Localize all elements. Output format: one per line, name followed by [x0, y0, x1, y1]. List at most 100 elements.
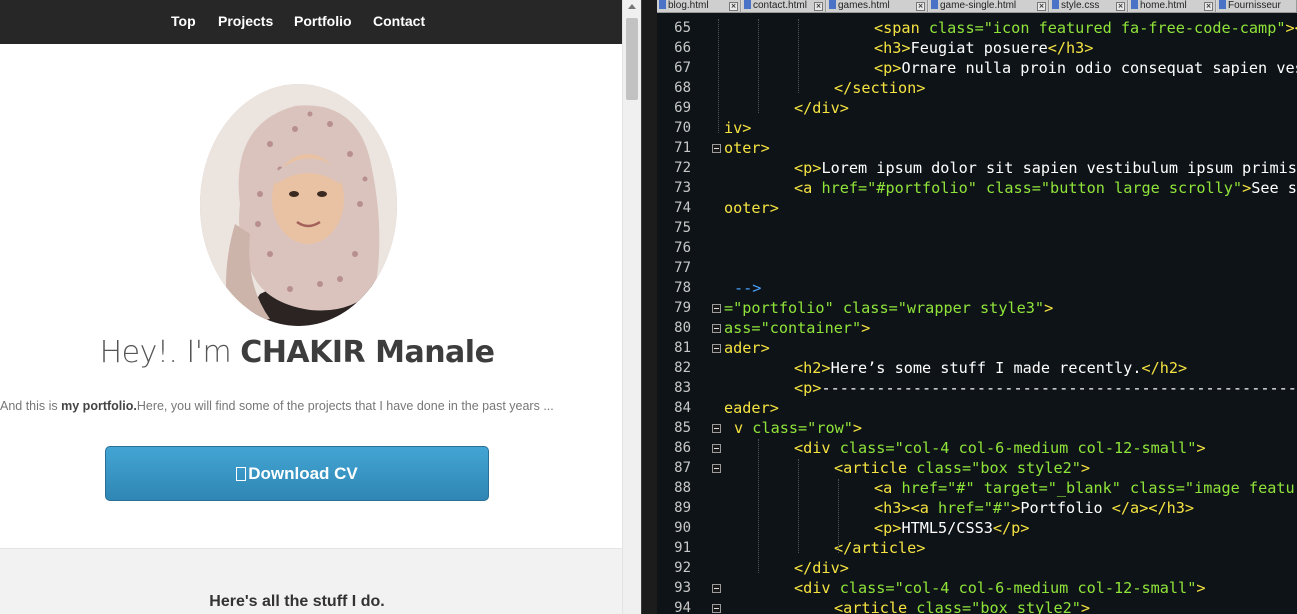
profile-photo-image — [200, 84, 397, 326]
code-token: > — [1242, 179, 1252, 197]
code-line[interactable]: <article class="box style2"> — [834, 459, 1090, 477]
fold-toggle-icon[interactable] — [712, 324, 721, 333]
code-line[interactable]: eader> — [724, 399, 779, 417]
line-number: 83 — [674, 380, 691, 396]
close-tab-icon[interactable]: × — [729, 2, 738, 11]
code-line[interactable]: <h3><a href="#">Portfolio </a></h3> — [874, 499, 1194, 517]
code-token: class= — [839, 579, 895, 597]
code-token: ooter> — [724, 199, 779, 217]
browser-scrollbar[interactable] — [622, 0, 641, 614]
code-line[interactable]: ooter> — [724, 199, 779, 217]
features-section: Here's all the stuff I do. — [0, 548, 622, 614]
code-line[interactable]: </article> — [834, 539, 925, 557]
line-number: 79 — [674, 300, 691, 316]
fold-toggle-icon[interactable] — [712, 444, 721, 453]
editor-tab[interactable]: style.css × — [1050, 0, 1128, 12]
code-line[interactable]: </div> — [794, 99, 849, 117]
code-line[interactable]: <a href="#" target="_blank" class="image… — [874, 479, 1297, 497]
code-line[interactable]: <p>Ornare nulla proin odio consequat sap… — [874, 59, 1297, 77]
code-line[interactable]: <a href="#portfolio" class="button large… — [794, 179, 1297, 197]
editor-tab[interactable]: home.html × — [1129, 0, 1216, 12]
code-token: ader> — [724, 339, 770, 357]
features-title: Here's all the stuff I do. — [209, 593, 385, 610]
fold-toggle-icon[interactable] — [712, 584, 721, 593]
editor-tab[interactable]: Fournisseur — [1217, 0, 1297, 12]
file-icon — [931, 0, 938, 9]
fold-toggle-icon[interactable] — [712, 424, 721, 433]
code-line[interactable]: oter> — [724, 139, 770, 157]
line-number: 78 — [674, 280, 691, 296]
fold-toggle-icon[interactable] — [712, 304, 721, 313]
code-line[interactable]: v class="row"> — [734, 419, 862, 437]
close-tab-icon[interactable]: × — [1116, 2, 1125, 11]
scroll-up-arrow-icon[interactable] — [628, 4, 636, 9]
download-cv-button[interactable]: Download CV — [105, 446, 489, 501]
code-line[interactable]: <article class="box style2"> — [834, 599, 1090, 614]
line-number: 72 — [674, 160, 691, 176]
download-icon — [236, 466, 247, 481]
code-area[interactable]: <span class= "icon featured fa-free-code-… — [718, 13, 1297, 614]
line-number: 68 — [674, 80, 691, 96]
editor-tab[interactable]: contact.html × — [742, 0, 826, 12]
nav-link-portfolio[interactable]: Portfolio — [294, 13, 352, 29]
code-line[interactable]: <p>HTML5/CSS3</p> — [874, 519, 1029, 537]
file-icon — [659, 0, 666, 9]
code-token: v — [734, 419, 753, 437]
line-number: 73 — [674, 180, 691, 196]
fold-column — [712, 13, 722, 614]
code-line[interactable]: iv> — [724, 119, 751, 137]
editor-tab[interactable]: game-single.html × — [929, 0, 1049, 12]
hero-title: Hey!. I'm CHAKIR Manale — [0, 335, 594, 370]
code-line[interactable]: <p>Lorem ipsum dolor sit sapien vestibul… — [794, 159, 1297, 177]
line-number: 86 — [674, 440, 691, 456]
code-line[interactable]: --> — [734, 279, 761, 297]
code-line[interactable]: </div> — [794, 559, 849, 577]
editor-tab[interactable]: blog.html × — [657, 0, 741, 12]
code-line[interactable]: <div class="col-4 col-6-medium col-12-sm… — [794, 579, 1206, 597]
line-number: 67 — [674, 60, 691, 76]
editor-tab-label: style.css — [1061, 0, 1100, 11]
code-token: href= — [938, 499, 984, 517]
nav-link-projects[interactable]: Projects — [218, 13, 273, 29]
nav-link-top[interactable]: Top — [171, 13, 196, 29]
code-token: ></span> — [1285, 19, 1297, 37]
fold-toggle-icon[interactable] — [712, 604, 721, 613]
code-line[interactable]: <span class="icon featured fa-free-code-… — [874, 19, 1297, 37]
code-token: ----------------------------------------… — [821, 379, 1297, 397]
close-tab-icon[interactable]: × — [1037, 2, 1046, 11]
code-line[interactable]: <h2>Here’s some stuff I made recently.</… — [794, 359, 1187, 377]
nav-link-contact[interactable]: Contact — [373, 13, 425, 29]
code-token: </article> — [834, 539, 926, 557]
close-tab-icon[interactable]: × — [1204, 2, 1213, 11]
scrollbar-thumb[interactable] — [626, 18, 638, 100]
code-line[interactable]: </section> — [834, 79, 925, 97]
fold-toggle-icon[interactable] — [712, 144, 721, 153]
code-token: Lorem ipsum dolor sit sapien vestibulum … — [821, 159, 1297, 177]
code-token: "icon featured fa-free-code-camp" — [983, 19, 1286, 37]
line-number: 76 — [674, 240, 691, 256]
code-token: > — [1011, 499, 1021, 517]
code-line[interactable]: ader> — [724, 339, 770, 357]
code-line[interactable]: <h3>Feugiat posuere</h3> — [874, 39, 1093, 57]
close-tab-icon[interactable]: × — [916, 2, 925, 11]
editor-tab-label: games.html — [838, 0, 890, 11]
code-line[interactable]: <div class="col-4 col-6-medium col-12-sm… — [794, 439, 1206, 457]
close-tab-icon[interactable]: × — [814, 2, 823, 11]
code-token: "col-4 col-6-medium col-12-small" — [894, 579, 1197, 597]
line-number: 87 — [674, 460, 691, 476]
code-token: > — [852, 419, 863, 437]
code-line[interactable]: ="portfolio" class="wrapper style3"> — [724, 299, 1053, 317]
intro-rest: Here, you will find some of the projects… — [136, 399, 554, 413]
editor-tab-label: home.html — [1140, 0, 1187, 11]
fold-toggle-icon[interactable] — [712, 464, 721, 473]
code-line[interactable]: ass="container"> — [724, 319, 870, 337]
code-token: "box style2" — [971, 459, 1081, 477]
editor-tab[interactable]: games.html × — [827, 0, 928, 12]
code-token: </div> — [794, 559, 849, 577]
code-token: href= — [901, 479, 948, 497]
fold-toggle-icon[interactable] — [712, 344, 721, 353]
indent-guide — [758, 19, 759, 113]
intro-bold: my portfolio. — [61, 399, 137, 413]
code-token: <span — [874, 19, 929, 37]
code-line[interactable]: <p>-------------------------------------… — [794, 379, 1297, 397]
